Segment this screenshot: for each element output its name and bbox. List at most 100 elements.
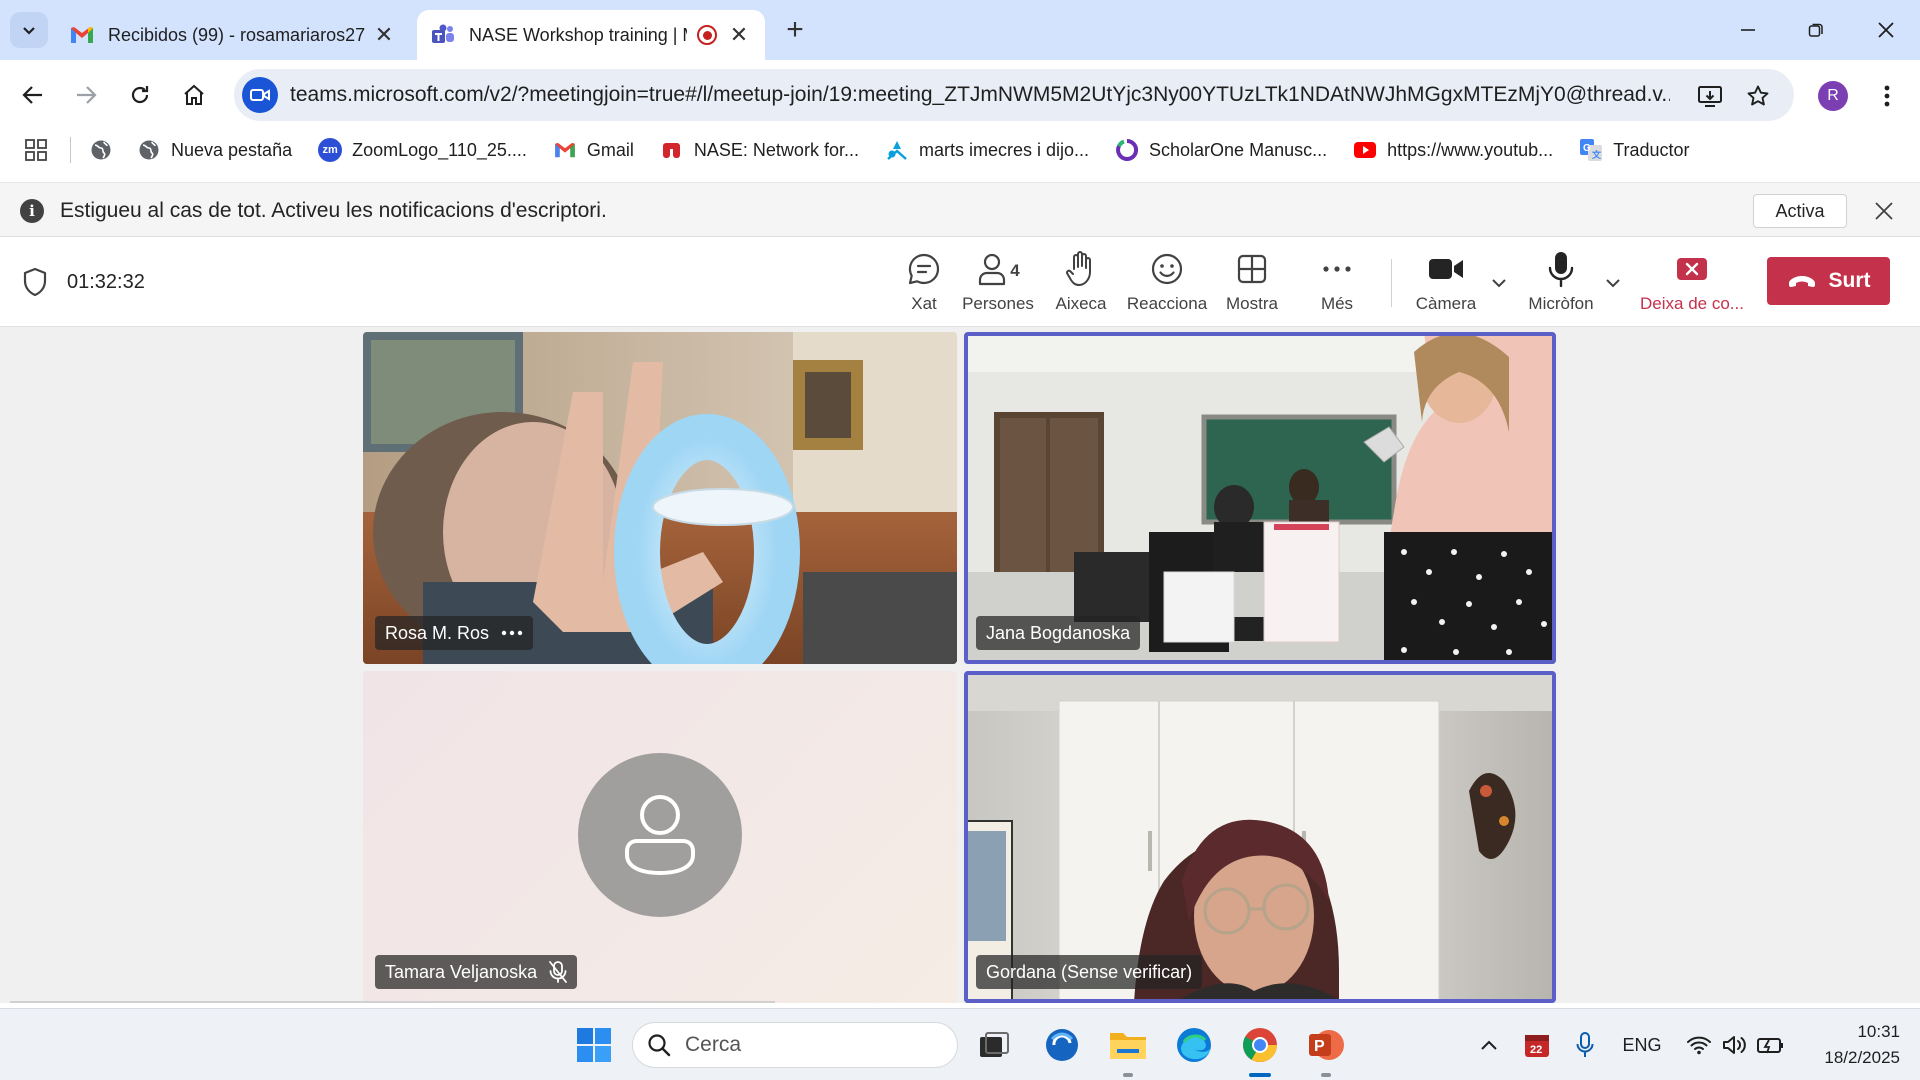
hang-up-icon (1788, 276, 1815, 287)
caixabank-icon (885, 138, 909, 162)
bookmark-nase[interactable]: NASE: Network for... (660, 138, 859, 162)
install-app-icon[interactable] (1693, 79, 1727, 113)
back-button[interactable] (13, 75, 53, 115)
browser-menu-button[interactable] (1872, 76, 1902, 116)
stop-share-icon (1676, 249, 1708, 289)
shield-icon[interactable] (22, 267, 48, 297)
camera-label: Càmera (1415, 294, 1477, 313)
tab-close-icon[interactable]: ✕ (727, 22, 751, 48)
gmail-icon (553, 138, 577, 162)
bookmark-traductor[interactable]: G文 Traductor (1579, 138, 1690, 162)
tray-volume[interactable] (1718, 1023, 1752, 1067)
home-button[interactable] (174, 75, 214, 115)
tab-teams[interactable]: NASE Workshop training | M ✕ (417, 10, 765, 60)
close-window-button[interactable] (1856, 10, 1916, 50)
meeting-timer: 01:32:32 (67, 271, 145, 293)
microphone-button[interactable]: Micròfon (1524, 249, 1598, 319)
bookmark-nueva-pestana[interactable]: Nueva pestaña (137, 138, 292, 162)
language-indicator[interactable]: ENG (1616, 1023, 1668, 1067)
tab-close-icon[interactable]: ✕ (372, 22, 396, 48)
taskbar-chrome[interactable] (1238, 1023, 1282, 1077)
start-button[interactable] (572, 1023, 616, 1067)
tab-gmail[interactable]: Recibidos (99) - rosamariaros27 ✕ (56, 10, 410, 60)
bookmark-globe[interactable] (89, 138, 123, 162)
people-count: 4 (1010, 261, 1020, 280)
youtube-icon (1353, 138, 1377, 162)
camera-options-chevron-icon[interactable] (1489, 273, 1509, 293)
horizontal-scrollbar[interactable] (10, 1001, 775, 1003)
notification-banner: i Estigueu al cas de tot. Activeu les no… (0, 182, 1920, 237)
bookmark-youtube[interactable]: https://www.youtub... (1353, 138, 1553, 162)
svg-text:P: P (1314, 1038, 1325, 1055)
scholarone-icon (1115, 138, 1139, 162)
address-bar[interactable]: teams.microsoft.com/v2/?meetingjoin=true… (234, 69, 1794, 121)
taskbar-edge[interactable] (1172, 1023, 1216, 1067)
svg-text:G: G (1583, 143, 1591, 154)
new-tab-button[interactable]: + (778, 14, 812, 48)
participant-video (964, 332, 1556, 664)
bookmark-zoomlogo[interactable]: zm ZoomLogo_110_25.... (318, 138, 527, 162)
mic-muted-icon (549, 961, 567, 983)
bookmark-gmail[interactable]: Gmail (553, 138, 634, 162)
running-indicator (1321, 1073, 1331, 1077)
apps-shortcut[interactable] (24, 138, 58, 162)
bookmarks-bar: Nueva pestaña zm ZoomLogo_110_25.... Gma… (0, 130, 1920, 170)
bookmark-label: Nueva pestaña (171, 139, 293, 160)
participant-tile[interactable]: Jana Bogdanoska (964, 332, 1556, 664)
profile-avatar[interactable]: R (1818, 81, 1848, 111)
tray-calendar[interactable]: 22 (1520, 1023, 1554, 1067)
nase-icon (660, 138, 684, 162)
windows-start-icon (577, 1028, 611, 1062)
forward-button[interactable] (66, 75, 106, 115)
bookmark-label: ScholarOne Manusc... (1149, 139, 1328, 160)
camera-button[interactable]: Càmera (1414, 249, 1478, 319)
system-clock[interactable]: 10:31 18/2/2025 (1800, 1019, 1900, 1071)
chat-button[interactable]: Xat (896, 249, 952, 319)
clock-date: 18/2/2025 (1824, 1048, 1900, 1067)
battery-charging-icon (1757, 1038, 1783, 1054)
activate-notifications-button[interactable]: Activa (1753, 194, 1847, 228)
microphone-options-chevron-icon[interactable] (1603, 273, 1623, 293)
taskbar-search[interactable]: Cerca (632, 1022, 958, 1068)
video-gallery: Rosa M. Ros Jana Bogdanoska Tamara Velja… (0, 327, 1920, 1003)
bookmark-scholarone[interactable]: ScholarOne Manusc... (1115, 138, 1327, 162)
taskbar-task-view[interactable] (972, 1023, 1016, 1067)
show-hidden-icons-button[interactable] (1474, 1023, 1504, 1067)
react-button[interactable]: Reacciona (1127, 249, 1207, 319)
bookmark-marts[interactable]: marts imecres i dijo... (885, 138, 1089, 162)
arrow-left-icon (22, 86, 42, 104)
raise-hand-button[interactable]: Aixeca (1055, 249, 1107, 319)
translate-icon: G文 (1579, 138, 1603, 162)
more-options-icon[interactable] (501, 630, 523, 636)
people-button[interactable]: 4 Persones (962, 249, 1034, 319)
view-button[interactable]: Mostra (1224, 249, 1280, 319)
more-options-button[interactable]: Més (1312, 249, 1362, 319)
bookmark-label: NASE: Network for... (693, 139, 859, 160)
participant-name: Tamara Veljanoska (385, 962, 538, 982)
participant-tile[interactable]: Gordana (Sense verificar) (964, 671, 1556, 1003)
stop-sharing-button[interactable]: Deixa de co... (1636, 249, 1748, 319)
participant-tile[interactable]: Tamara Veljanoska (363, 671, 957, 1003)
tray-microphone[interactable] (1570, 1023, 1600, 1067)
people-label: Persones (962, 294, 1034, 313)
minimize-button[interactable] (1718, 10, 1778, 50)
apps-grid-icon (24, 138, 48, 162)
teams-icon (431, 23, 455, 47)
tray-wifi[interactable] (1682, 1023, 1716, 1067)
video-call-icon[interactable] (242, 77, 278, 113)
leave-meeting-button[interactable]: Surt (1767, 257, 1890, 305)
bookmark-star-icon[interactable] (1741, 79, 1775, 113)
dismiss-notification-button[interactable] (1870, 197, 1898, 225)
bookmark-label: Traductor (1613, 139, 1690, 160)
tab-search-button[interactable] (10, 12, 48, 48)
calendar-badge: 22 (1530, 1044, 1542, 1056)
arrow-right-icon (77, 86, 97, 104)
microphone-label: Micròfon (1528, 294, 1594, 313)
reload-button[interactable] (120, 75, 160, 115)
taskbar-file-explorer[interactable] (1106, 1023, 1150, 1077)
tray-battery[interactable] (1754, 1023, 1788, 1067)
restore-button[interactable] (1786, 10, 1846, 50)
taskbar-app-security[interactable] (1040, 1023, 1084, 1067)
taskbar-powerpoint[interactable]: P (1304, 1023, 1348, 1077)
participant-tile[interactable]: Rosa M. Ros (363, 332, 957, 664)
